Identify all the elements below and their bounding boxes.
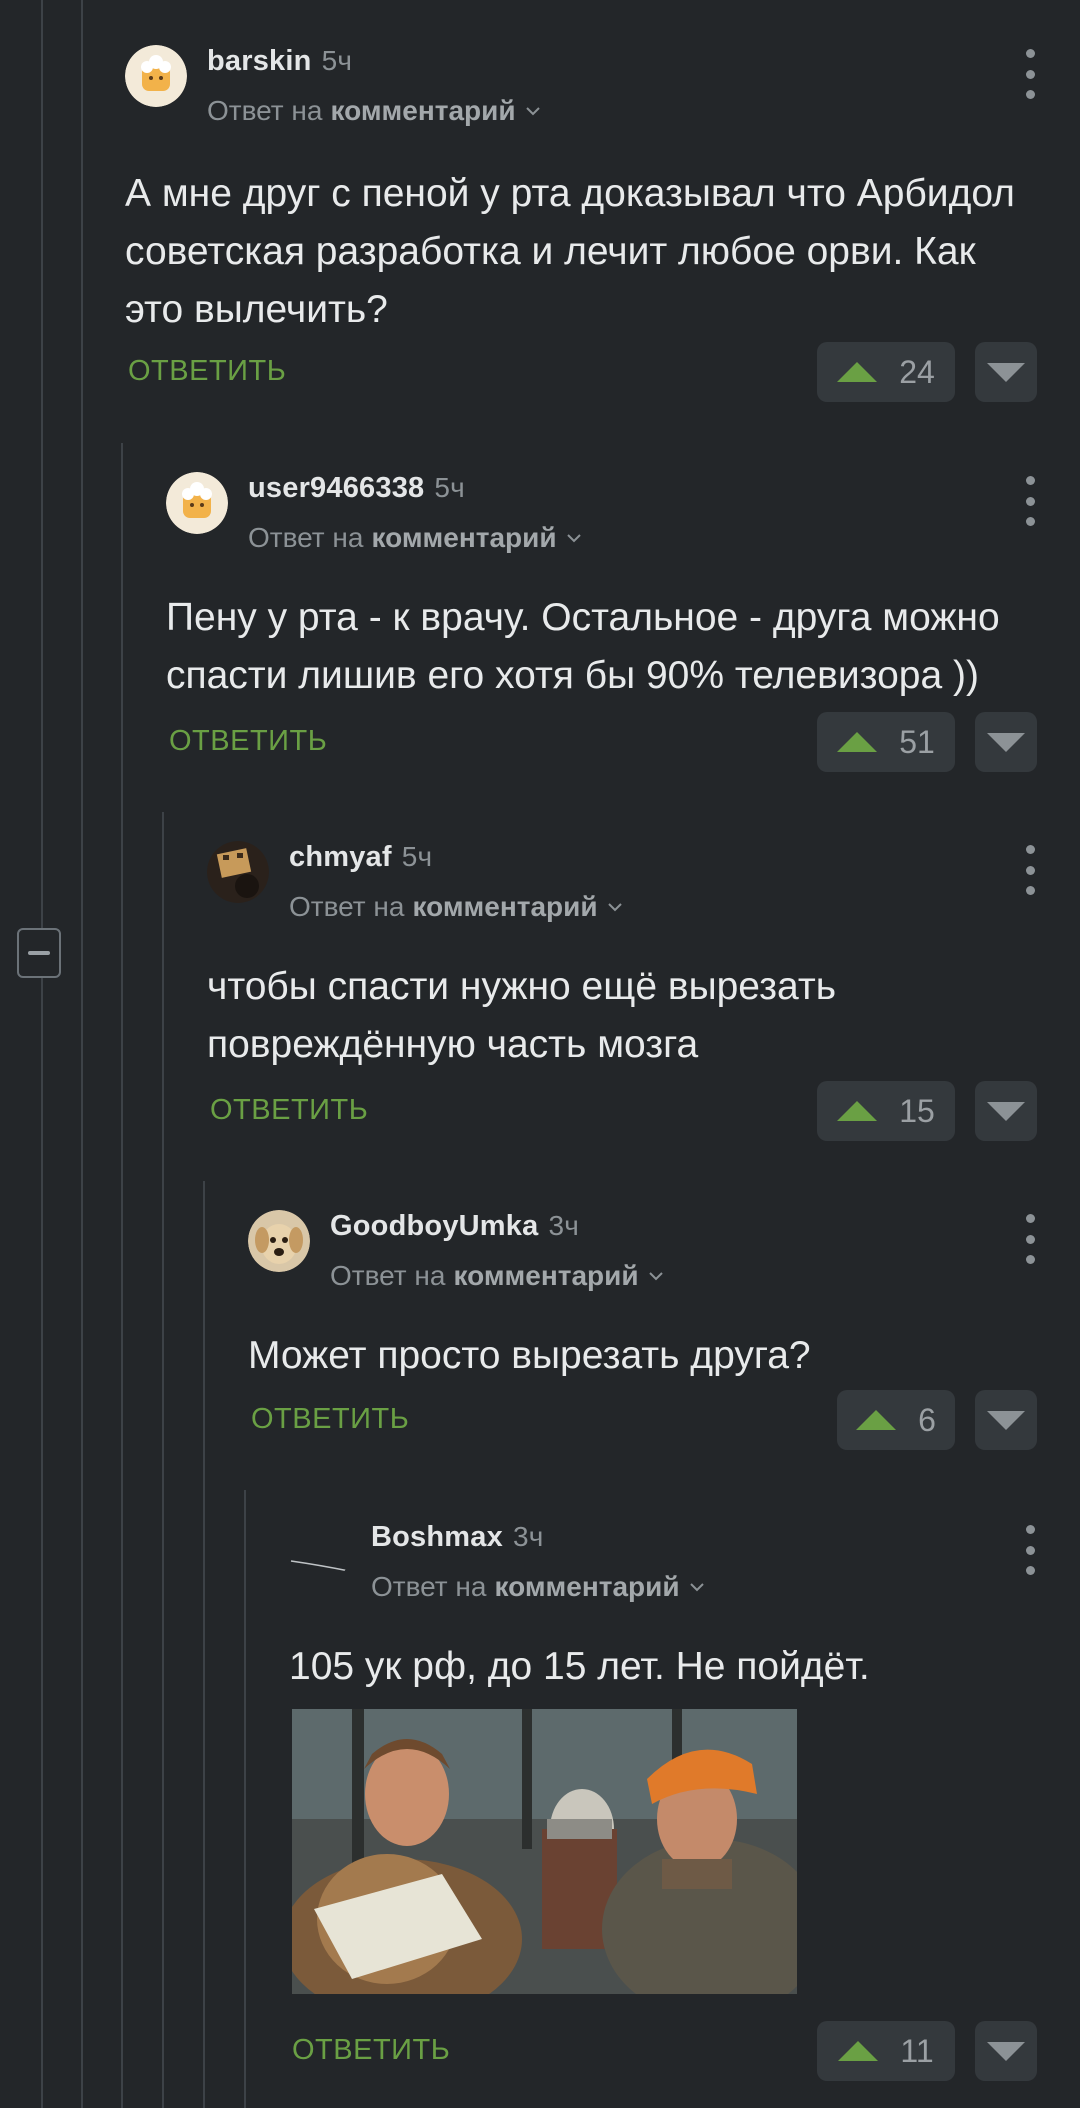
- thread-line: [203, 1181, 205, 2108]
- reply-to-link[interactable]: Ответ на комментарий: [371, 1571, 706, 1603]
- chevron-down-icon: [689, 1583, 704, 1592]
- downvote-arrow-icon: [987, 2041, 1025, 2061]
- reply-button[interactable]: ОТВЕТИТЬ: [169, 725, 327, 758]
- thread-line: [162, 812, 164, 2108]
- more-vertical-icon[interactable]: [1020, 49, 1040, 99]
- timestamp: 5ч: [434, 472, 465, 503]
- downvote-button[interactable]: [975, 1081, 1037, 1141]
- thread-line: [41, 0, 43, 2108]
- thread-line: [81, 0, 83, 2108]
- reply-to-target: комментарий: [453, 1260, 639, 1291]
- timestamp: 5ч: [401, 841, 433, 872]
- thread-line: [121, 443, 123, 2108]
- reply-to-link[interactable]: Ответ на комментарий: [248, 522, 583, 554]
- username[interactable]: barskin 5ч: [207, 45, 352, 78]
- avatar[interactable]: [125, 45, 187, 107]
- reply-button[interactable]: ОТВЕТИТЬ: [128, 355, 286, 388]
- rating: 24: [899, 353, 935, 390]
- upvote-button[interactable]: 15: [817, 1081, 955, 1141]
- reply-to-prefix: Ответ на: [289, 891, 405, 922]
- downvote-button[interactable]: [975, 2021, 1037, 2081]
- comment-text: чтобы спасти нужно ещё вырезать повреждё…: [207, 965, 837, 1066]
- reply-to-prefix: Ответ на: [207, 95, 323, 126]
- more-vertical-icon[interactable]: [1020, 1214, 1040, 1264]
- reply-to-target: комментарий: [412, 891, 598, 922]
- avatar[interactable]: [166, 472, 228, 534]
- timestamp: 3ч: [512, 1521, 544, 1552]
- chevron-down-icon: [607, 903, 622, 912]
- comment-text: 105 ук рф, до 15 лет. Не пойдёт.: [289, 1645, 870, 1688]
- downvote-button[interactable]: [975, 1390, 1037, 1450]
- reply-to-prefix: Ответ на: [371, 1571, 487, 1602]
- timestamp: 5ч: [321, 45, 353, 76]
- avatar[interactable]: [248, 1210, 310, 1272]
- downvote-arrow-icon: [987, 1410, 1025, 1430]
- upvote-button[interactable]: 6: [837, 1390, 955, 1450]
- avatar[interactable]: [207, 841, 269, 903]
- downvote-button[interactable]: [975, 342, 1037, 402]
- rating: 6: [918, 1401, 936, 1438]
- username[interactable]: GoodboyUmka 3ч: [330, 1210, 579, 1243]
- username[interactable]: Boshmax 3ч: [371, 1521, 544, 1554]
- reply-to-prefix: Ответ на: [330, 1260, 446, 1291]
- reply-to-link[interactable]: Ответ на комментарий: [289, 891, 624, 923]
- reply-to-target: комментарий: [330, 95, 516, 126]
- comment: barskin 5ч Ответ на комментарий А мне друг…: [125, 45, 1080, 405]
- rating: 15: [899, 1092, 935, 1129]
- upvote-arrow-icon: [856, 1410, 897, 1430]
- chevron-down-icon: [525, 107, 540, 116]
- comment: Boshmax 3ч Ответ на комментарий 105 ук рф,…: [289, 1521, 1080, 2101]
- comment-text: Пену у рта - к врачу. Остальное - друга …: [166, 596, 1000, 697]
- reply-to-target: комментарий: [371, 522, 557, 553]
- reply-to-link[interactable]: Ответ на комментарий: [330, 1260, 665, 1292]
- reply-button[interactable]: ОТВЕТИТЬ: [210, 1094, 368, 1127]
- chevron-down-icon: [566, 534, 581, 543]
- upvote-button[interactable]: 24: [817, 342, 955, 402]
- downvote-button[interactable]: [975, 712, 1037, 772]
- comment: GoodboyUmka 3ч Ответ на комментарий Может …: [248, 1210, 1080, 1470]
- reply-to-prefix: Ответ на: [248, 522, 364, 553]
- more-vertical-icon[interactable]: [1020, 476, 1040, 526]
- reply-button[interactable]: ОТВЕТИТЬ: [292, 2034, 450, 2067]
- collapse-thread-icon[interactable]: [17, 928, 61, 978]
- comment: chmyaf 5ч Ответ на комментарий чтобы спаст…: [207, 841, 1080, 1161]
- timestamp: 3ч: [548, 1210, 580, 1241]
- reply-to-link[interactable]: Ответ на комментарий: [207, 95, 542, 127]
- reply-to-target: комментарий: [494, 1571, 680, 1602]
- upvote-arrow-icon: [837, 362, 878, 382]
- downvote-arrow-icon: [987, 732, 1025, 752]
- avatar[interactable]: [289, 1521, 351, 1583]
- upvote-arrow-icon: [837, 732, 878, 752]
- rating: 51: [899, 723, 935, 760]
- upvote-button[interactable]: 11: [817, 2021, 955, 2081]
- thread-line: [244, 1490, 246, 2108]
- rating: 11: [900, 2032, 934, 2069]
- username[interactable]: user9466338 5ч: [248, 472, 465, 505]
- username[interactable]: chmyaf 5ч: [289, 841, 432, 874]
- more-vertical-icon[interactable]: [1020, 845, 1040, 895]
- upvote-arrow-icon: [838, 2041, 879, 2061]
- comment-text: Может просто вырезать друга?: [248, 1334, 811, 1377]
- comment-image[interactable]: [292, 1709, 797, 1994]
- reply-button[interactable]: ОТВЕТИТЬ: [251, 1403, 409, 1436]
- chevron-down-icon: [648, 1272, 663, 1281]
- upvote-arrow-icon: [837, 1101, 878, 1121]
- more-vertical-icon[interactable]: [1020, 1525, 1040, 1575]
- upvote-button[interactable]: 51: [817, 712, 955, 772]
- downvote-arrow-icon: [987, 1101, 1025, 1121]
- downvote-arrow-icon: [987, 362, 1025, 382]
- comment-text: А мне друг с пеной у рта доказывал что А…: [125, 172, 1015, 331]
- comment: user9466338 5ч Ответ на комментарий Пену у…: [166, 472, 1080, 792]
